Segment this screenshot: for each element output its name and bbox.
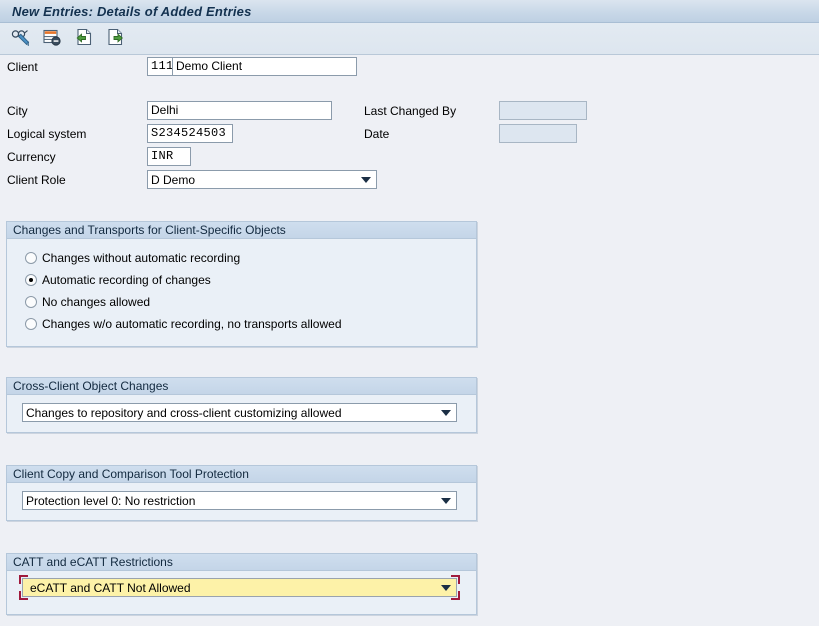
- group-client-copy-protection: Client Copy and Comparison Tool Protecti…: [6, 465, 477, 521]
- radio-button-icon-selected[interactable]: [25, 274, 37, 286]
- radio-button-icon[interactable]: [25, 296, 37, 308]
- delete-row-icon: [42, 27, 62, 50]
- display-change-button[interactable]: [8, 27, 32, 51]
- form-row-city: City Delhi Last Changed By: [0, 100, 819, 121]
- group-client-copy-title: Client Copy and Comparison Tool Protecti…: [7, 466, 476, 483]
- group-catt-restrictions: CATT and eCATT Restrictions eCATT and CA…: [6, 553, 477, 615]
- display-change-icon: [10, 27, 30, 50]
- client-number-field[interactable]: 111: [147, 57, 173, 76]
- form-row-logical-system: Logical system S234524503 Date: [0, 123, 819, 144]
- form-row-currency: Currency INR: [0, 146, 819, 167]
- client-role-dropdown[interactable]: D Demo: [147, 170, 377, 189]
- logical-system-label: Logical system: [7, 126, 87, 141]
- last-changed-by-field: [499, 101, 587, 120]
- next-entry-icon: [106, 27, 126, 50]
- client-role-value: D Demo: [151, 172, 196, 187]
- group-changes-transports: Changes and Transports for Client-Specif…: [6, 221, 477, 347]
- radio-label: No changes allowed: [42, 295, 151, 309]
- group-client-copy-body: Protection level 0: No restriction: [7, 483, 476, 510]
- group-changes-transports-title: Changes and Transports for Client-Specif…: [7, 222, 476, 239]
- chevron-down-icon: [361, 176, 371, 183]
- radio-no-transports-allowed[interactable]: Changes w/o automatic recording, no tran…: [25, 313, 476, 335]
- catt-dropdown-focus-wrapper: eCATT and CATT Not Allowed: [19, 575, 460, 600]
- group-cross-client-object-changes: Cross-Client Object Changes Changes to r…: [6, 377, 477, 433]
- chevron-down-icon: [441, 584, 451, 591]
- delete-row-button[interactable]: [40, 27, 64, 51]
- toolbar: [0, 23, 819, 55]
- radio-automatic-recording[interactable]: Automatic recording of changes: [25, 269, 476, 291]
- radio-button-icon[interactable]: [25, 252, 37, 264]
- logical-system-field[interactable]: S234524503: [147, 124, 233, 143]
- client-role-label: Client Role: [7, 172, 66, 187]
- catt-restrictions-value: eCATT and CATT Not Allowed: [30, 580, 191, 595]
- form-row-client-role: Client Role D Demo: [0, 169, 819, 190]
- next-entry-button[interactable]: [104, 27, 128, 51]
- client-name-field[interactable]: Demo Client: [172, 57, 357, 76]
- details-form: Client 111 Demo Client City Delhi Last C…: [0, 56, 819, 192]
- cross-client-value: Changes to repository and cross-client c…: [26, 405, 342, 420]
- group-catt-body: eCATT and CATT Not Allowed: [7, 571, 476, 600]
- group-cross-client-body: Changes to repository and cross-client c…: [7, 395, 476, 422]
- client-copy-protection-dropdown[interactable]: Protection level 0: No restriction: [22, 491, 457, 510]
- radio-no-changes-allowed[interactable]: No changes allowed: [25, 291, 476, 313]
- page-title: New Entries: Details of Added Entries: [12, 3, 252, 19]
- radio-label: Automatic recording of changes: [42, 273, 211, 287]
- radio-label: Changes w/o automatic recording, no tran…: [42, 317, 342, 331]
- client-copy-protection-value: Protection level 0: No restriction: [26, 493, 196, 508]
- chevron-down-icon: [441, 497, 451, 504]
- previous-entry-button[interactable]: [72, 27, 96, 51]
- last-changed-by-label: Last Changed By: [364, 103, 457, 118]
- client-label: Client: [7, 59, 38, 74]
- window-title-bar: New Entries: Details of Added Entries: [0, 0, 819, 23]
- currency-field[interactable]: INR: [147, 147, 191, 166]
- city-field[interactable]: Delhi: [147, 101, 332, 120]
- radio-button-icon[interactable]: [25, 318, 37, 330]
- group-changes-transports-body: Changes without automatic recording Auto…: [7, 239, 476, 335]
- cross-client-dropdown[interactable]: Changes to repository and cross-client c…: [22, 403, 457, 422]
- group-catt-title: CATT and eCATT Restrictions: [7, 554, 476, 571]
- previous-entry-icon: [74, 27, 94, 50]
- date-field: [499, 124, 577, 143]
- radio-label: Changes without automatic recording: [42, 251, 241, 265]
- radio-changes-without-recording[interactable]: Changes without automatic recording: [25, 247, 476, 269]
- catt-restrictions-dropdown[interactable]: eCATT and CATT Not Allowed: [22, 578, 457, 597]
- group-cross-client-title: Cross-Client Object Changes: [7, 378, 476, 395]
- chevron-down-icon: [441, 409, 451, 416]
- date-label: Date: [364, 126, 390, 141]
- currency-label: Currency: [7, 149, 56, 164]
- form-row-client: Client 111 Demo Client: [0, 56, 819, 77]
- city-label: City: [7, 103, 28, 118]
